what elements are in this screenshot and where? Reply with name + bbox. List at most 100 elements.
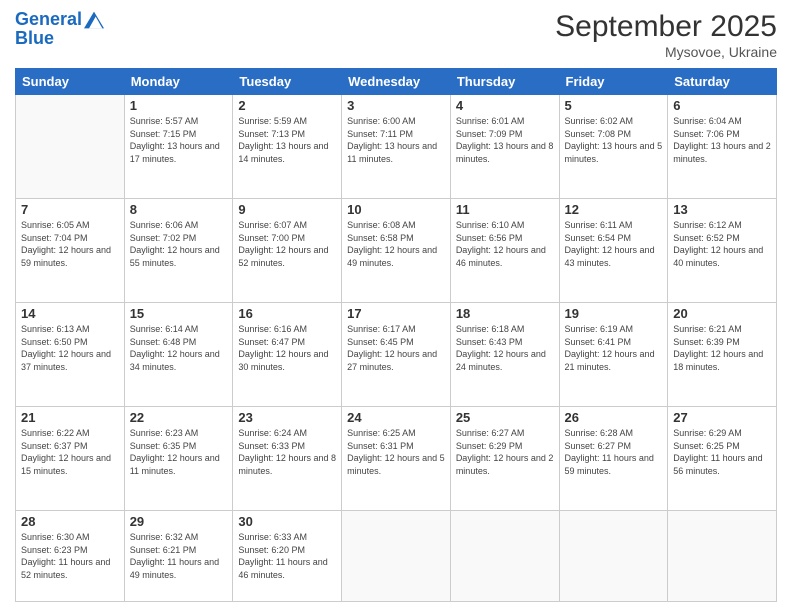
day-number: 13 — [673, 202, 771, 217]
title-section: September 2025 Mysovoe, Ukraine — [555, 10, 777, 60]
logo: General Blue — [15, 10, 104, 49]
table-row: 14 Sunrise: 6:13 AM Sunset: 6:50 PM Dayli… — [16, 303, 125, 407]
table-row: 30Sunrise: 6:33 AM Sunset: 6:20 PM Dayli… — [233, 511, 342, 602]
calendar-table: Sunday Monday Tuesday Wednesday Thursday… — [15, 68, 777, 602]
day-number: 1 — [130, 98, 228, 113]
logo-general: General — [15, 9, 82, 29]
logo-text: General — [15, 10, 82, 30]
table-row: 5 Sunrise: 6:02 AM Sunset: 7:08 PM Daylig… — [559, 95, 668, 199]
day-info: Sunrise: 6:08 AM Sunset: 6:58 PM Dayligh… — [347, 219, 445, 269]
table-row: 21Sunrise: 6:22 AM Sunset: 6:37 PM Dayli… — [16, 407, 125, 511]
day-number: 17 — [347, 306, 445, 321]
day-info: Sunrise: 6:00 AM Sunset: 7:11 PM Dayligh… — [347, 115, 445, 165]
day-number: 5 — [565, 98, 663, 113]
day-number: 18 — [456, 306, 554, 321]
table-row: 26 Sunrise: 6:28 AM Sunset: 6:27 PM Dayli… — [559, 407, 668, 511]
day-info: Sunrise: 6:01 AM Sunset: 7:09 PM Dayligh… — [456, 115, 554, 165]
day-number: 23 — [238, 410, 336, 425]
day-number: 9 — [238, 202, 336, 217]
day-info: Sunrise: 6:05 AM Sunset: 7:04 PM Dayligh… — [21, 219, 119, 269]
day-number: 29 — [130, 514, 228, 529]
day-number: 4 — [456, 98, 554, 113]
col-thursday: Thursday — [450, 69, 559, 95]
day-number: 16 — [238, 306, 336, 321]
day-info: Sunrise: 6:10 AM Sunset: 6:56 PM Dayligh… — [456, 219, 554, 269]
table-row: 27 Sunrise: 6:29 AM Sunset: 6:25 PM Dayli… — [668, 407, 777, 511]
day-number: 27 — [673, 410, 771, 425]
day-info: Sunrise: 6:28 AM Sunset: 6:27 PM Dayligh… — [565, 427, 663, 477]
day-number: 10 — [347, 202, 445, 217]
day-number: 7 — [21, 202, 119, 217]
page: General Blue September 2025 Mysovoe, Ukr… — [0, 0, 792, 612]
day-info: Sunrise: 6:25 AM Sunset: 6:31 PM Dayligh… — [347, 427, 445, 477]
day-number: 8 — [130, 202, 228, 217]
day-info: Sunrise: 6:17 AM Sunset: 6:45 PM Dayligh… — [347, 323, 445, 373]
day-info: Sunrise: 6:11 AM Sunset: 6:54 PM Dayligh… — [565, 219, 663, 269]
logo-icon — [84, 10, 104, 30]
day-info: Sunrise: 6:18 AM Sunset: 6:43 PM Dayligh… — [456, 323, 554, 373]
day-number: 6 — [673, 98, 771, 113]
col-friday: Friday — [559, 69, 668, 95]
day-number: 25 — [456, 410, 554, 425]
day-number: 11 — [456, 202, 554, 217]
day-number: 24 — [347, 410, 445, 425]
table-row: 25 Sunrise: 6:27 AM Sunset: 6:29 PM Dayli… — [450, 407, 559, 511]
table-row: 17 Sunrise: 6:17 AM Sunset: 6:45 PM Dayli… — [342, 303, 451, 407]
table-row: 22Sunrise: 6:23 AM Sunset: 6:35 PM Dayli… — [124, 407, 233, 511]
col-monday: Monday — [124, 69, 233, 95]
day-number: 3 — [347, 98, 445, 113]
table-row: 23 Sunrise: 6:24 AM Sunset: 6:33 PM Dayli… — [233, 407, 342, 511]
table-row: 2 Sunrise: 5:59 AM Sunset: 7:13 PM Daylig… — [233, 95, 342, 199]
table-row: 8 Sunrise: 6:06 AM Sunset: 7:02 PM Daylig… — [124, 199, 233, 303]
header: General Blue September 2025 Mysovoe, Ukr… — [15, 10, 777, 60]
day-number: 20 — [673, 306, 771, 321]
col-wednesday: Wednesday — [342, 69, 451, 95]
day-info: Sunrise: 6:16 AM Sunset: 6:47 PM Dayligh… — [238, 323, 336, 373]
day-info: Sunrise: 6:33 AM Sunset: 6:20 PM Dayligh… — [238, 531, 336, 581]
day-number: 14 — [21, 306, 119, 321]
location: Mysovoe, Ukraine — [555, 44, 777, 60]
day-info: Sunrise: 6:07 AM Sunset: 7:00 PM Dayligh… — [238, 219, 336, 269]
table-row — [668, 511, 777, 602]
day-number: 28 — [21, 514, 119, 529]
table-row: 19Sunrise: 6:19 AM Sunset: 6:41 PM Dayli… — [559, 303, 668, 407]
day-number: 19 — [565, 306, 663, 321]
day-info: Sunrise: 6:21 AM Sunset: 6:39 PM Dayligh… — [673, 323, 771, 373]
table-row: 1 Sunrise: 5:57 AM Sunset: 7:15 PM Daylig… — [124, 95, 233, 199]
day-info: Sunrise: 6:30 AM Sunset: 6:23 PM Dayligh… — [21, 531, 119, 581]
day-number: 26 — [565, 410, 663, 425]
day-info: Sunrise: 6:23 AM Sunset: 6:35 PM Dayligh… — [130, 427, 228, 477]
day-info: Sunrise: 6:13 AM Sunset: 6:50 PM Dayligh… — [21, 323, 119, 373]
table-row — [342, 511, 451, 602]
table-row: 11 Sunrise: 6:10 AM Sunset: 6:56 PM Dayli… — [450, 199, 559, 303]
table-row: 18 Sunrise: 6:18 AM Sunset: 6:43 PM Dayli… — [450, 303, 559, 407]
logo-blue: Blue — [15, 28, 54, 49]
day-info: Sunrise: 5:57 AM Sunset: 7:15 PM Dayligh… — [130, 115, 228, 165]
table-row: 29Sunrise: 6:32 AM Sunset: 6:21 PM Dayli… — [124, 511, 233, 602]
table-row: 9 Sunrise: 6:07 AM Sunset: 7:00 PM Daylig… — [233, 199, 342, 303]
table-row: 12 Sunrise: 6:11 AM Sunset: 6:54 PM Dayli… — [559, 199, 668, 303]
day-info: Sunrise: 5:59 AM Sunset: 7:13 PM Dayligh… — [238, 115, 336, 165]
month-title: September 2025 — [555, 10, 777, 44]
day-info: Sunrise: 6:06 AM Sunset: 7:02 PM Dayligh… — [130, 219, 228, 269]
day-number: 2 — [238, 98, 336, 113]
day-info: Sunrise: 6:24 AM Sunset: 6:33 PM Dayligh… — [238, 427, 336, 477]
table-row: 6 Sunrise: 6:04 AM Sunset: 7:06 PM Daylig… — [668, 95, 777, 199]
header-row: Sunday Monday Tuesday Wednesday Thursday… — [16, 69, 777, 95]
table-row: 10 Sunrise: 6:08 AM Sunset: 6:58 PM Dayli… — [342, 199, 451, 303]
table-row: 28 Sunrise: 6:30 AM Sunset: 6:23 PM Dayli… — [16, 511, 125, 602]
table-row: 16 Sunrise: 6:16 AM Sunset: 6:47 PM Dayli… — [233, 303, 342, 407]
col-sunday: Sunday — [16, 69, 125, 95]
day-info: Sunrise: 6:12 AM Sunset: 6:52 PM Dayligh… — [673, 219, 771, 269]
day-info: Sunrise: 6:02 AM Sunset: 7:08 PM Dayligh… — [565, 115, 663, 165]
table-row: 7 Sunrise: 6:05 AM Sunset: 7:04 PM Daylig… — [16, 199, 125, 303]
day-info: Sunrise: 6:27 AM Sunset: 6:29 PM Dayligh… — [456, 427, 554, 477]
day-number: 12 — [565, 202, 663, 217]
day-number: 15 — [130, 306, 228, 321]
day-info: Sunrise: 6:22 AM Sunset: 6:37 PM Dayligh… — [21, 427, 119, 477]
table-row: 3 Sunrise: 6:00 AM Sunset: 7:11 PM Daylig… — [342, 95, 451, 199]
day-info: Sunrise: 6:29 AM Sunset: 6:25 PM Dayligh… — [673, 427, 771, 477]
table-row — [450, 511, 559, 602]
table-row: 4 Sunrise: 6:01 AM Sunset: 7:09 PM Daylig… — [450, 95, 559, 199]
day-info: Sunrise: 6:04 AM Sunset: 7:06 PM Dayligh… — [673, 115, 771, 165]
